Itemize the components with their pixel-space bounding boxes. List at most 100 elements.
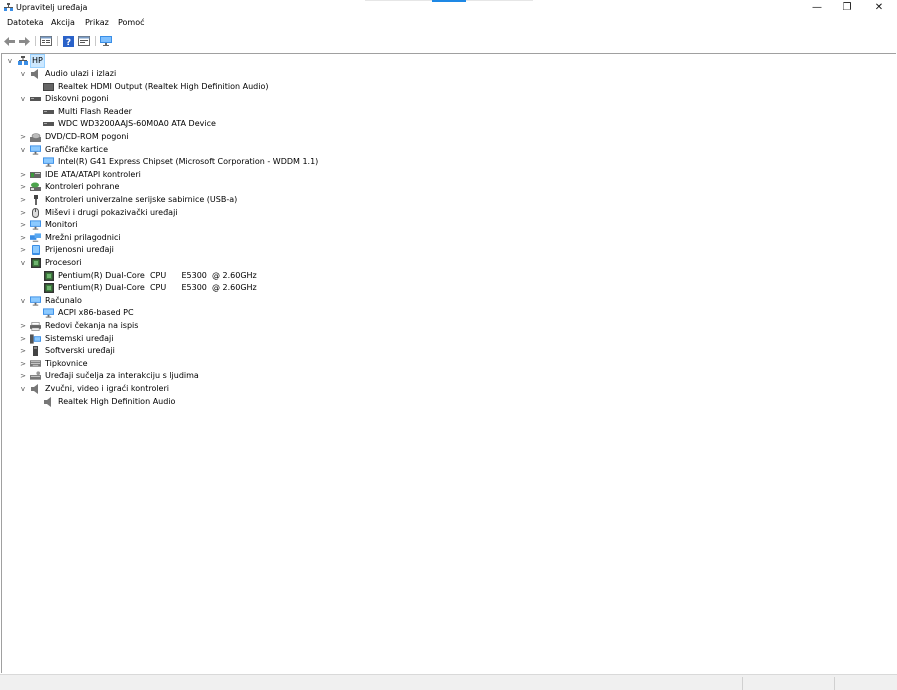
tree-category[interactable]: v Diskovni pogoni <box>19 93 110 105</box>
tree-category[interactable]: v Procesori <box>19 257 83 269</box>
collapse-chevron-icon[interactable]: v <box>19 295 27 307</box>
forward-button[interactable] <box>18 35 30 47</box>
tree-root[interactable]: v HP <box>6 54 45 68</box>
tree-device-label: Pentium(R) Dual-Core CPU E5300 @ 2.60GHz <box>58 270 257 280</box>
back-button[interactable] <box>3 35 15 47</box>
close-button[interactable]: ✕ <box>862 0 896 15</box>
expand-chevron-icon[interactable]: > <box>19 131 27 143</box>
tree-device-label: Realtek High Definition Audio <box>58 396 176 406</box>
disk-icon <box>43 107 54 117</box>
show-hide-icon <box>78 36 90 46</box>
disk-icon <box>30 94 41 104</box>
tree-category[interactable]: > Miševi i drugi pokazivački uređaji <box>19 207 179 219</box>
tree-category-label: Kontroleri univerzalne serijske sabirnic… <box>45 195 238 204</box>
monitor-icon <box>43 308 54 318</box>
print-queue-icon <box>30 321 41 331</box>
collapse-chevron-icon[interactable]: v <box>19 383 27 395</box>
minimize-button[interactable]: — <box>800 0 834 15</box>
tree-device[interactable]: ACPI x86-based PC <box>32 307 135 319</box>
help-icon: ? <box>62 35 74 47</box>
expand-chevron-icon[interactable]: > <box>19 358 27 370</box>
collapse-chevron-icon[interactable]: v <box>6 55 14 67</box>
collapse-chevron-icon[interactable]: v <box>19 68 27 80</box>
tree-category[interactable]: > Sistemski uređaji <box>19 333 114 345</box>
expand-chevron-icon[interactable]: > <box>19 232 27 244</box>
ide-controller-icon <box>30 170 41 180</box>
device-manager-icon <box>4 3 13 11</box>
tree-category[interactable]: > Mrežni prilagodnici <box>19 232 122 244</box>
tree-device[interactable]: Multi Flash Reader <box>32 106 133 118</box>
forward-arrow-icon <box>18 36 30 46</box>
software-device-icon <box>30 346 41 357</box>
tree-category-label: Softverski uređaji <box>45 346 115 356</box>
tree-category[interactable]: > Softverski uređaji <box>19 345 116 357</box>
status-bar <box>0 674 897 690</box>
tree-category[interactable]: > Kontroleri univerzalne serijske sabirni… <box>19 194 238 206</box>
tree-device[interactable]: Pentium(R) Dual-Core CPU E5300 @ 2.60GHz <box>32 282 258 294</box>
tree-device[interactable]: WDC WD3200AAJS-60M0A0 ATA Device <box>32 118 217 130</box>
expand-chevron-icon[interactable]: > <box>19 194 27 206</box>
maximize-button[interactable]: ❐ <box>830 0 864 15</box>
collapse-chevron-icon[interactable]: v <box>19 144 27 156</box>
tree-category-label: Mrežni prilagodnici <box>45 232 121 242</box>
tree-category[interactable]: > IDE ATA/ATAPI kontroleri <box>19 169 142 181</box>
title-bar: Upravitelj uređaja — ❐ ✕ <box>0 0 897 16</box>
expand-chevron-icon[interactable]: > <box>19 345 27 357</box>
tree-category[interactable]: v Grafičke kartice <box>19 144 109 156</box>
tree-category[interactable]: > Prijenosni uređaji <box>19 244 115 256</box>
tree-category-label: IDE ATA/ATAPI kontroleri <box>45 169 141 179</box>
expand-chevron-icon[interactable]: > <box>19 370 27 382</box>
menu-pomoc[interactable]: Pomoć <box>118 18 145 28</box>
tree-device[interactable]: Realtek HDMI Output (Realtek High Defini… <box>32 81 269 93</box>
tree-category-label: Kontroleri pohrane <box>45 182 120 192</box>
menu-datoteka[interactable]: Datoteka <box>7 18 44 28</box>
scan-hardware-button[interactable] <box>100 35 112 47</box>
tree-category[interactable]: > DVD/CD-ROM pogoni <box>19 131 130 143</box>
expand-chevron-icon[interactable]: > <box>19 320 27 332</box>
collapse-chevron-icon[interactable]: v <box>19 257 27 269</box>
tree-category-label: Zvučni, video i igraći kontroleri <box>45 384 169 393</box>
properties-button[interactable] <box>40 35 52 47</box>
menu-bar: Datoteka Akcija Prikaz Pomoć <box>0 16 897 30</box>
tree-device[interactable]: Pentium(R) Dual-Core CPU E5300 @ 2.60GHz <box>32 270 258 282</box>
dvd-icon <box>30 132 41 142</box>
tree-category[interactable]: v Audio ulazi i izlazi <box>19 68 117 80</box>
tree-category[interactable]: > Monitori <box>19 219 79 231</box>
tree-category[interactable]: > Uređaji sučelja za interakciju s ljudim… <box>19 370 200 382</box>
expand-chevron-icon[interactable]: > <box>19 333 27 345</box>
tree-category[interactable]: > Redovi čekanja na ispis <box>19 320 139 332</box>
expand-chevron-icon[interactable]: > <box>19 181 27 193</box>
expand-chevron-icon[interactable]: > <box>19 219 27 231</box>
expand-chevron-icon[interactable]: > <box>19 244 27 256</box>
tree-category-label: Audio ulazi i izlazi <box>45 69 117 78</box>
show-hide-button[interactable] <box>78 35 90 47</box>
tree-device-label: Multi Flash Reader <box>58 106 132 116</box>
tree-category-label: Miševi i drugi pokazivački uređaji <box>45 207 178 217</box>
tree-category[interactable]: > Kontroleri pohrane <box>19 181 120 193</box>
tree-category[interactable]: > Tipkovnice <box>19 358 89 370</box>
tree-category[interactable]: v Zvučni, video i igraći kontroleri <box>19 383 170 395</box>
speaker-icon <box>43 396 54 407</box>
expand-chevron-icon[interactable]: > <box>19 169 27 181</box>
collapse-chevron-icon[interactable]: v <box>19 93 27 105</box>
processor-icon <box>43 283 54 294</box>
speaker-icon <box>30 69 41 79</box>
expand-chevron-icon[interactable]: > <box>19 207 27 219</box>
tree-device[interactable]: Intel(R) G41 Express Chipset (Microsoft … <box>32 156 319 168</box>
disk-icon <box>43 119 54 129</box>
tree-device[interactable]: Realtek High Definition Audio <box>32 396 176 408</box>
tree-category[interactable]: v Računalo <box>19 295 83 307</box>
tree-category-label: Procesori <box>45 258 82 267</box>
help-button[interactable]: ? <box>62 35 74 47</box>
window-title: Upravitelj uređaja <box>16 3 88 12</box>
mouse-icon <box>30 207 41 218</box>
menu-prikaz[interactable]: Prikaz <box>85 18 109 28</box>
device-tree[interactable]: v HP v Audio ulazi i izlazi Realtek HDMI O… <box>1 53 896 673</box>
menu-akcija[interactable]: Akcija <box>51 18 75 28</box>
tree-category-label: Grafičke kartice <box>45 144 109 154</box>
tree-category-label: DVD/CD-ROM pogoni <box>45 132 129 141</box>
